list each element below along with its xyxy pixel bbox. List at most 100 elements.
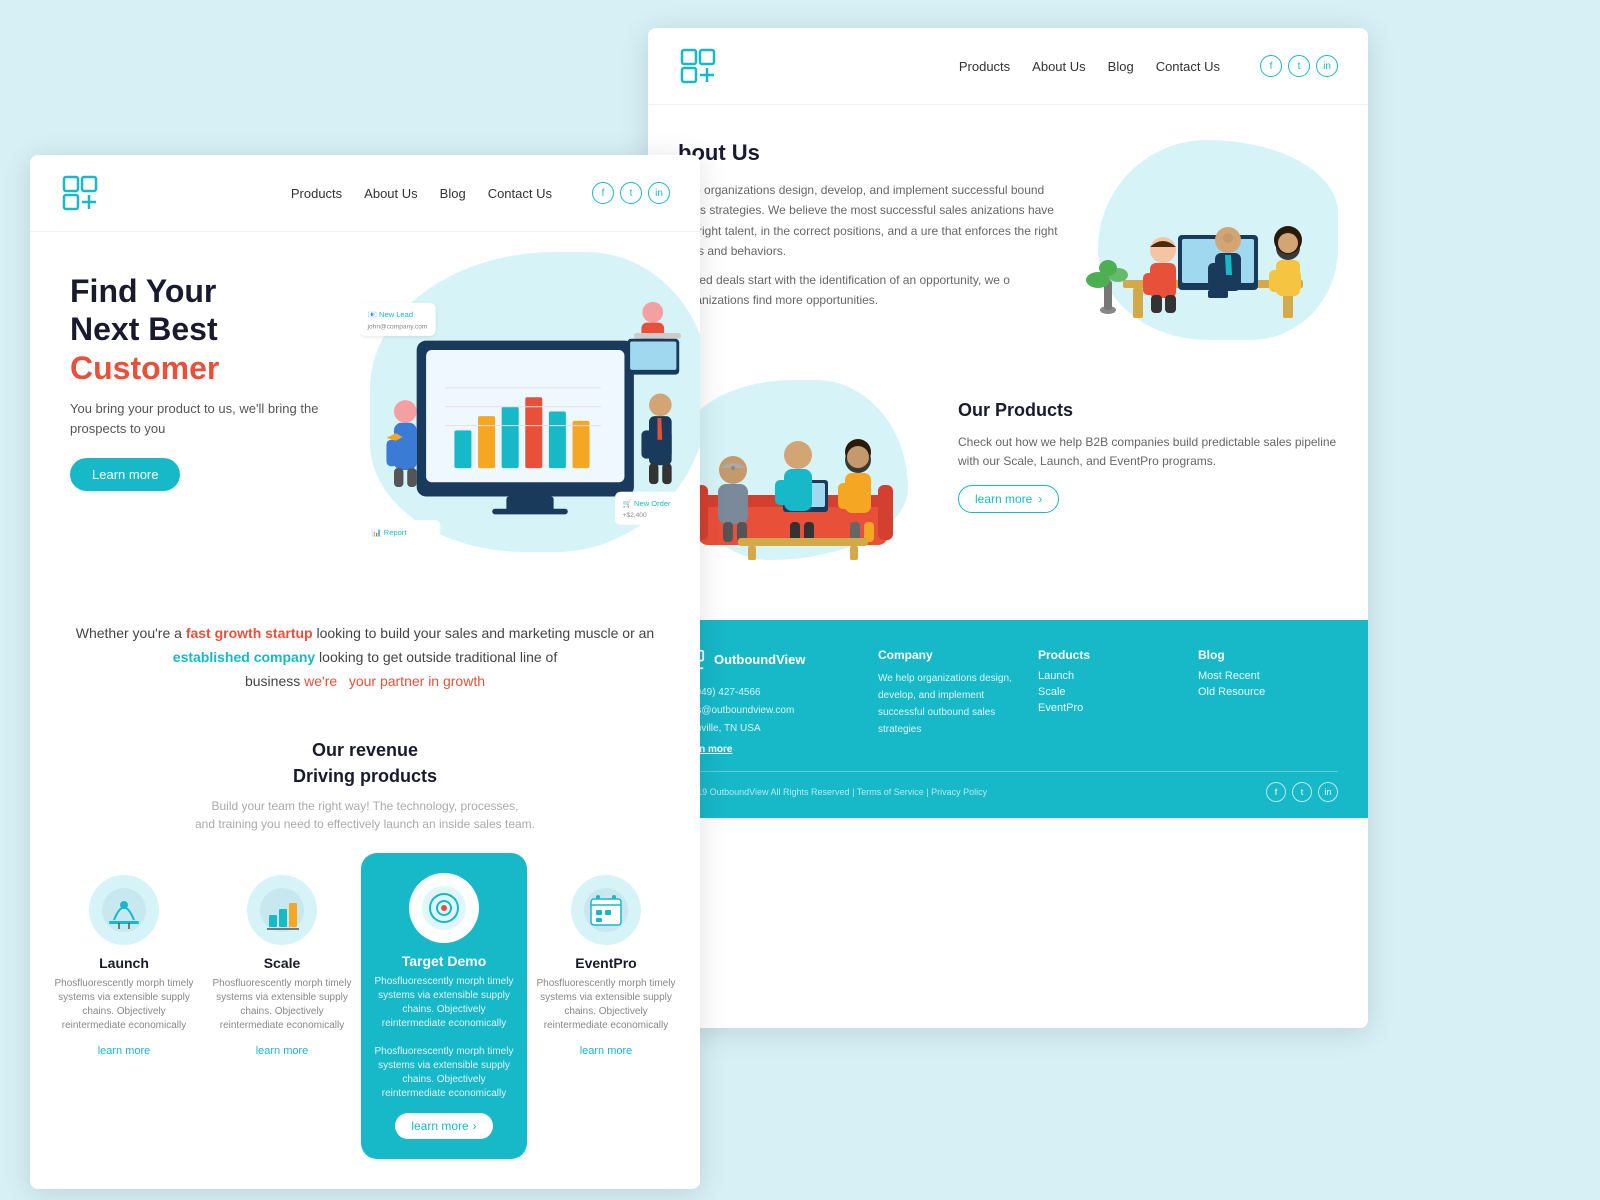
linkedin-icon-left[interactable]: in <box>648 182 670 204</box>
about-title: bout Us <box>678 140 1058 166</box>
about-para-2: closed deals start with the identificati… <box>678 270 1058 311</box>
footer-copyright: © 2019 OutboundView All Rights Reserved … <box>678 787 987 797</box>
launch-icon-circle <box>89 875 159 945</box>
scale-icon-circle <box>247 875 317 945</box>
social-icons-left: f t in <box>592 182 670 204</box>
scale-desc: Phosfluorescently morph timely systems v… <box>211 977 353 1033</box>
linkedin-icon-right[interactable]: in <box>1316 55 1338 77</box>
revenue-title: Our revenue Driving products <box>70 738 660 788</box>
revenue-section: Our revenue Driving products Build your … <box>30 723 700 842</box>
established-company-text: established company <box>173 649 315 665</box>
scale-name: Scale <box>211 955 353 971</box>
scale-learn-button[interactable]: learn more <box>256 1045 309 1057</box>
footer-products-col: Products Launch Scale EventPro <box>1038 648 1178 755</box>
hero-section: Find Your Next Best Customer You bring y… <box>30 232 700 592</box>
product-eventpro: EventPro Phosfluorescently morph timely … <box>527 863 685 1071</box>
footer-products-col-title: Products <box>1038 648 1178 662</box>
launch-desc: Phosfluorescently morph timely systems v… <box>53 977 195 1033</box>
target-learn-button[interactable]: learn more › <box>395 1113 492 1139</box>
target-icon-circle <box>409 873 479 943</box>
hero-subtitle: You bring your product to us, we'll brin… <box>70 399 350 438</box>
footer-learn-link[interactable]: Learn more <box>678 744 858 755</box>
footer-company-col: Company We help organizations design, de… <box>878 648 1018 755</box>
eventpro-name: EventPro <box>535 955 677 971</box>
products-right-text: Our Products Check out how we help B2B c… <box>958 380 1338 513</box>
eventpro-learn-button[interactable]: learn more <box>580 1045 633 1057</box>
people-illustration <box>678 380 938 580</box>
footer-contact: +1 (949) 427-4566 sales@outboundview.com… <box>678 684 858 738</box>
svg-text:📧 New Lead: 📧 New Lead <box>368 310 413 319</box>
products-learn-more-button[interactable]: learn more › <box>958 485 1059 513</box>
nav-about-left[interactable]: About Us <box>364 186 417 201</box>
eventpro-icon-circle <box>571 875 641 945</box>
footer-link-most-recent[interactable]: Most Recent <box>1198 670 1338 682</box>
facebook-icon-left[interactable]: f <box>592 182 614 204</box>
mid-section: Whether you're a fast growth startup loo… <box>30 592 700 723</box>
footer-bottom: © 2019 OutboundView All Rights Reserved … <box>678 771 1338 802</box>
nav-contact-left[interactable]: Contact Us <box>488 186 552 201</box>
footer-logo-col: OutboundView +1 (949) 427-4566 sales@out… <box>678 648 858 755</box>
partner-text: we're your partner in growth <box>304 673 485 689</box>
products-grid: Launch Phosfluorescently morph timely sy… <box>30 843 700 1189</box>
facebook-icon-right[interactable]: f <box>1260 55 1282 77</box>
footer-company-name: OutboundView <box>714 652 805 667</box>
target-name: Target Demo <box>373 953 515 969</box>
product-target-demo: Target Demo Phosfluorescently morph time… <box>361 853 527 1159</box>
product-scale: Scale Phosfluorescently morph timely sys… <box>203 863 361 1071</box>
logo-left <box>60 173 100 213</box>
fast-growth-text: fast growth startup <box>186 625 313 641</box>
footer-link-old-resource[interactable]: Old Resource <box>1198 686 1338 698</box>
hero-image: 📧 New Lead john@company.com 🛒 New Order … <box>360 242 700 562</box>
products-right-section: Our Products Check out how we help B2B c… <box>648 360 1368 600</box>
launch-learn-button[interactable]: learn more <box>98 1045 151 1057</box>
our-products-desc: Check out how we help B2B companies buil… <box>958 433 1338 471</box>
footer-social-icons: f t in <box>1266 782 1338 802</box>
twitter-icon-right[interactable]: t <box>1288 55 1310 77</box>
nav-products-right[interactable]: Products <box>959 59 1010 74</box>
logo-right <box>678 46 718 86</box>
social-icons-right: f t in <box>1260 55 1338 77</box>
hero-cta-button[interactable]: Learn more <box>70 458 180 491</box>
hero-title: Find Your Next Best Customer <box>70 272 350 387</box>
footer-blog-col: Blog Most Recent Old Resource <box>1198 648 1338 755</box>
arrow-right-icon: › <box>1038 492 1042 506</box>
hero-text: Find Your Next Best Customer You bring y… <box>70 272 350 491</box>
svg-text:📊 Report: 📊 Report <box>372 528 407 537</box>
svg-text:🛒 New Order: 🛒 New Order <box>623 499 671 508</box>
nav-products-left[interactable]: Products <box>291 186 342 201</box>
about-para-1: help organizations design, develop, and … <box>678 180 1058 262</box>
footer-twitter-icon[interactable]: t <box>1292 782 1312 802</box>
footer-facebook-icon[interactable]: f <box>1266 782 1286 802</box>
team-image <box>1078 140 1318 340</box>
footer-company-col-title: Company <box>878 648 1018 662</box>
twitter-icon-left[interactable]: t <box>620 182 642 204</box>
revenue-subtitle: Build your team the right way! The techn… <box>70 797 660 833</box>
footer-link-eventpro[interactable]: EventPro <box>1038 702 1178 714</box>
hero-illustration: 📧 New Lead john@company.com 🛒 New Order … <box>330 242 700 582</box>
svg-text:john@company.com: john@company.com <box>367 323 428 330</box>
left-page: Products About Us Blog Contact Us f t in… <box>30 155 700 1189</box>
nav-links-right: Products About Us Blog Contact Us f t in <box>959 55 1338 77</box>
nav-about-right[interactable]: About Us <box>1032 59 1085 74</box>
svg-text:+$2,400: +$2,400 <box>623 512 647 519</box>
footer-linkedin-icon[interactable]: in <box>1318 782 1338 802</box>
nav-right: Products About Us Blog Contact Us f t in <box>648 28 1368 105</box>
eventpro-desc: Phosfluorescently morph timely systems v… <box>535 977 677 1033</box>
our-products-title: Our Products <box>958 400 1338 421</box>
footer-company-tagline: We help organizations design, develop, a… <box>878 670 1018 738</box>
launch-name: Launch <box>53 955 195 971</box>
mid-text: Whether you're a fast growth startup loo… <box>70 622 660 693</box>
about-text: bout Us help organizations design, devel… <box>678 140 1058 340</box>
arrow-icon: › <box>473 1119 477 1133</box>
about-section: bout Us help organizations design, devel… <box>648 105 1368 360</box>
nav-blog-left[interactable]: Blog <box>440 186 466 201</box>
footer-link-scale[interactable]: Scale <box>1038 686 1178 698</box>
nav-links-left: Products About Us Blog Contact Us f t in <box>291 182 670 204</box>
nav-blog-right[interactable]: Blog <box>1108 59 1134 74</box>
footer: OutboundView +1 (949) 427-4566 sales@out… <box>648 620 1368 818</box>
nav-contact-right[interactable]: Contact Us <box>1156 59 1220 74</box>
footer-columns: OutboundView +1 (949) 427-4566 sales@out… <box>678 648 1338 755</box>
product-launch: Launch Phosfluorescently morph timely sy… <box>45 863 203 1071</box>
about-illustration <box>1078 140 1338 340</box>
footer-link-launch[interactable]: Launch <box>1038 670 1178 682</box>
